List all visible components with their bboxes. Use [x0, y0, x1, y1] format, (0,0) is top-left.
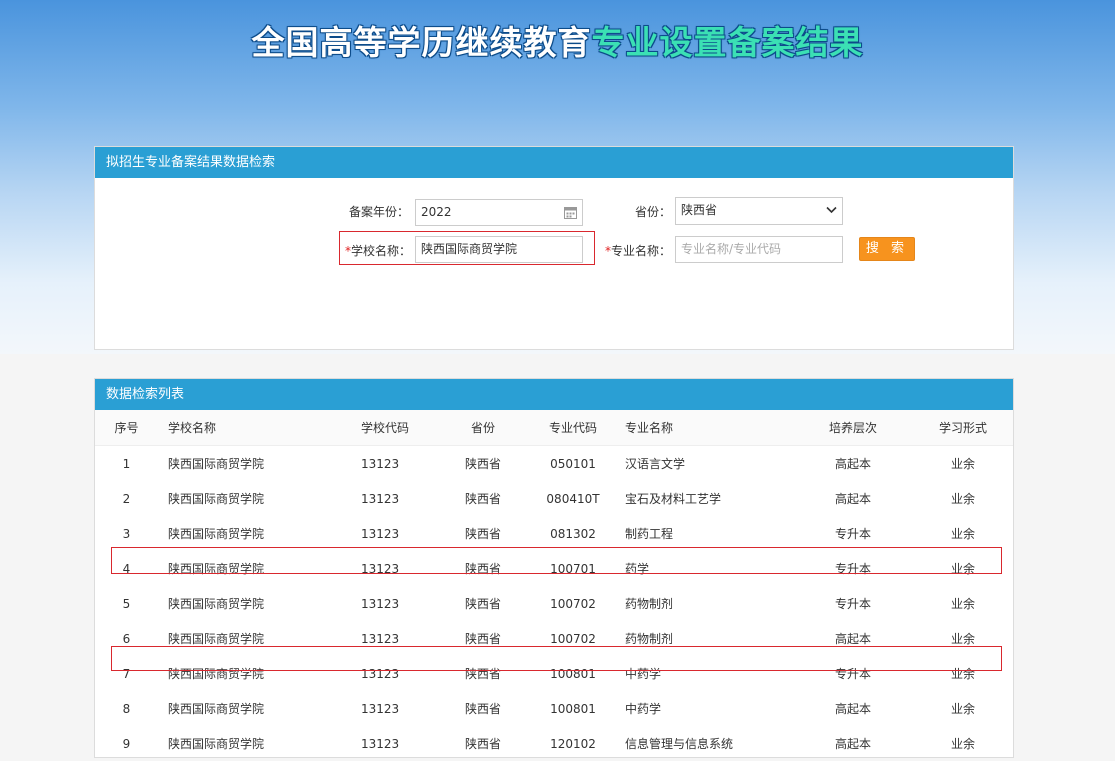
cell-school-name: 陕西国际商贸学院 — [158, 516, 333, 551]
cell-major-code: 120102 — [533, 726, 613, 761]
search-button[interactable]: 搜 索 — [859, 237, 915, 261]
cell-level: 专升本 — [793, 586, 913, 621]
results-panel-title: 数据检索列表 — [95, 379, 1013, 410]
school-name-value: 陕西国际商贸学院 — [421, 242, 517, 256]
cell-major-name: 宝石及材料工艺学 — [613, 481, 793, 516]
table-body: 1陕西国际商贸学院13123陕西省050101汉语言文学高起本业余2陕西国际商贸… — [95, 446, 1013, 761]
page-title-part1: 全国高等学历继续教育 — [252, 23, 592, 62]
cell-school-code: 13123 — [333, 516, 433, 551]
cell-seq: 8 — [95, 691, 158, 726]
cell-school-code: 13123 — [333, 691, 433, 726]
cell-major-name: 汉语言文学 — [613, 446, 793, 482]
cell-study-form: 业余 — [913, 481, 1013, 516]
column-header-school-code: 学校代码 — [333, 410, 433, 446]
table-header-row: 序号学校名称学校代码省份专业代码专业名称培养层次学习形式 — [95, 410, 1013, 446]
major-name-input[interactable]: 专业名称/专业代码 — [675, 236, 843, 263]
cell-seq: 3 — [95, 516, 158, 551]
table-row[interactable]: 9陕西国际商贸学院13123陕西省120102信息管理与信息系统高起本业余 — [95, 726, 1013, 761]
cell-seq: 1 — [95, 446, 158, 482]
school-label-text: 学校名称： — [351, 244, 411, 258]
page-title: 全国高等学历继续教育专业设置备案结果 — [0, 16, 1115, 64]
table-row[interactable]: 2陕西国际商贸学院13123陕西省080410T宝石及材料工艺学高起本业余 — [95, 481, 1013, 516]
cell-major-code: 100801 — [533, 691, 613, 726]
province-select[interactable]: 陕西省 — [675, 197, 843, 225]
search-panel-title: 拟招生专业备案结果数据检索 — [95, 147, 1013, 178]
cell-school-name: 陕西国际商贸学院 — [158, 586, 333, 621]
major-label: *专业名称： — [603, 242, 671, 259]
search-panel: 拟招生专业备案结果数据检索 备案年份： 2022 省份： 陕西省 *学校名称： … — [94, 146, 1014, 350]
cell-province: 陕西省 — [433, 516, 533, 551]
cell-seq: 2 — [95, 481, 158, 516]
province-label: 省份： — [615, 203, 671, 220]
results-table: 序号学校名称学校代码省份专业代码专业名称培养层次学习形式 1陕西国际商贸学院13… — [95, 410, 1013, 761]
cell-province: 陕西省 — [433, 691, 533, 726]
major-placeholder: 专业名称/专业代码 — [681, 242, 781, 256]
year-value: 2022 — [421, 205, 452, 219]
cell-study-form: 业余 — [913, 726, 1013, 761]
cell-province: 陕西省 — [433, 446, 533, 482]
column-header-major-name: 专业名称 — [613, 410, 793, 446]
cell-major-code: 050101 — [533, 446, 613, 482]
column-header-level: 培养层次 — [793, 410, 913, 446]
cell-province: 陕西省 — [433, 586, 533, 621]
calendar-icon[interactable] — [564, 206, 577, 219]
cell-level: 专升本 — [793, 516, 913, 551]
year-label: 备案年份： — [325, 203, 409, 220]
cell-major-code: 080410T — [533, 481, 613, 516]
cell-school-name: 陕西国际商贸学院 — [158, 446, 333, 482]
cell-major-name: 信息管理与信息系统 — [613, 726, 793, 761]
column-header-seq: 序号 — [95, 410, 158, 446]
table-row[interactable]: 3陕西国际商贸学院13123陕西省081302制药工程专升本业余 — [95, 516, 1013, 551]
cell-school-name: 陕西国际商贸学院 — [158, 481, 333, 516]
cell-seq: 5 — [95, 586, 158, 621]
cell-level: 高起本 — [793, 446, 913, 482]
row-highlight-4 — [111, 547, 1002, 574]
column-header-school-name: 学校名称 — [158, 410, 333, 446]
chevron-down-icon — [826, 206, 837, 214]
row-highlight-7 — [111, 646, 1002, 671]
cell-study-form: 业余 — [913, 516, 1013, 551]
cell-school-code: 13123 — [333, 446, 433, 482]
school-label: *学校名称： — [343, 242, 411, 259]
column-header-province: 省份 — [433, 410, 533, 446]
table-row[interactable]: 5陕西国际商贸学院13123陕西省100702药物制剂专升本业余 — [95, 586, 1013, 621]
cell-study-form: 业余 — [913, 691, 1013, 726]
column-header-study-form: 学习形式 — [913, 410, 1013, 446]
cell-major-name: 制药工程 — [613, 516, 793, 551]
major-label-text: 专业名称： — [611, 244, 671, 258]
cell-province: 陕西省 — [433, 726, 533, 761]
column-header-major-code: 专业代码 — [533, 410, 613, 446]
cell-school-code: 13123 — [333, 481, 433, 516]
cell-major-name: 药物制剂 — [613, 586, 793, 621]
results-panel: 数据检索列表 序号学校名称学校代码省份专业代码专业名称培养层次学习形式 1陕西国… — [94, 378, 1014, 758]
cell-level: 高起本 — [793, 726, 913, 761]
table-row[interactable]: 8陕西国际商贸学院13123陕西省100801中药学高起本业余 — [95, 691, 1013, 726]
cell-study-form: 业余 — [913, 446, 1013, 482]
cell-level: 高起本 — [793, 691, 913, 726]
cell-school-code: 13123 — [333, 726, 433, 761]
cell-major-code: 100702 — [533, 586, 613, 621]
year-input[interactable]: 2022 — [415, 199, 583, 226]
province-value: 陕西省 — [681, 203, 717, 217]
cell-major-name: 中药学 — [613, 691, 793, 726]
school-name-input[interactable]: 陕西国际商贸学院 — [415, 236, 583, 263]
table-row[interactable]: 1陕西国际商贸学院13123陕西省050101汉语言文学高起本业余 — [95, 446, 1013, 482]
cell-province: 陕西省 — [433, 481, 533, 516]
cell-level: 高起本 — [793, 481, 913, 516]
cell-school-name: 陕西国际商贸学院 — [158, 726, 333, 761]
cell-school-name: 陕西国际商贸学院 — [158, 691, 333, 726]
cell-major-code: 081302 — [533, 516, 613, 551]
cell-school-code: 13123 — [333, 586, 433, 621]
cell-study-form: 业余 — [913, 586, 1013, 621]
cell-seq: 9 — [95, 726, 158, 761]
page-title-part2: 专业设置备案结果 — [592, 23, 864, 62]
